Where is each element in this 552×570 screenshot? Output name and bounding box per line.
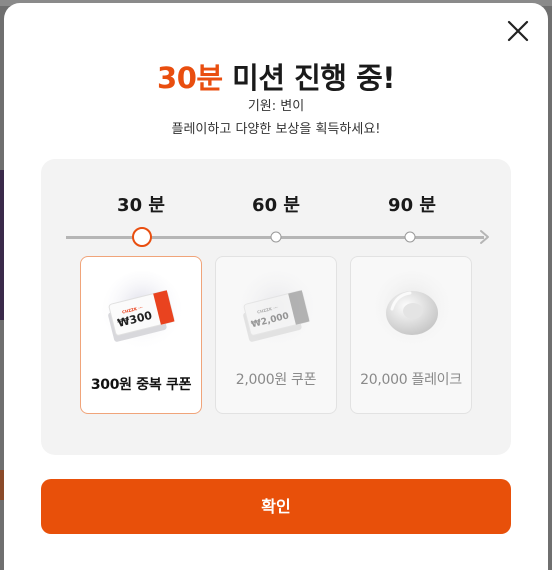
reward-card-2000-coupon[interactable]: CHZZK ··· ₩2,000 2,000원 쿠폰 [215,256,337,414]
reward-name: 2,000원 쿠폰 [235,372,317,388]
timeline-dot-active [132,227,152,247]
mission-modal: 30분 미션 진행 중! 기원: 변이 플레이하고 다양한 보상을 획득하세요!… [4,3,548,570]
flake-ring-icon [372,271,452,351]
timeline-dot [404,231,416,243]
modal-title: 30분 미션 진행 중! [4,55,548,97]
confirm-button[interactable]: 확인 [41,479,511,534]
arrow-right-icon [480,230,489,244]
timeline-label-30: 30 분 [117,195,165,216]
timeline-label-90: 90 분 [388,195,436,216]
reward-panel: 30 분 60 분 90 분 CHZZK ··· ₩300 300원 중복 쿠폰… [41,159,511,455]
timeline-label-60: 60 분 [252,195,300,216]
reward-name: 20,000 플레이크 [360,372,462,388]
coupon-icon: CHZZK ··· ₩2,000 [237,271,317,351]
close-button[interactable] [506,19,530,43]
origin-line: 기원: 변이 [247,99,305,114]
reward-name: 300원 중복 쿠폰 [90,377,192,393]
description: 플레이하고 다양한 보상을 획득하세요! [171,122,381,137]
timeline-dot [270,231,282,243]
close-icon [507,20,529,42]
reward-card-300-coupon[interactable]: CHZZK ··· ₩300 300원 중복 쿠폰 [80,256,202,414]
coupon-icon: CHZZK ··· ₩300 [102,271,182,351]
title-text: 미션 진행 중! [222,61,395,95]
reward-card-flake[interactable]: 20,000 플레이크 [350,256,472,414]
title-time: 30분 [157,61,223,95]
